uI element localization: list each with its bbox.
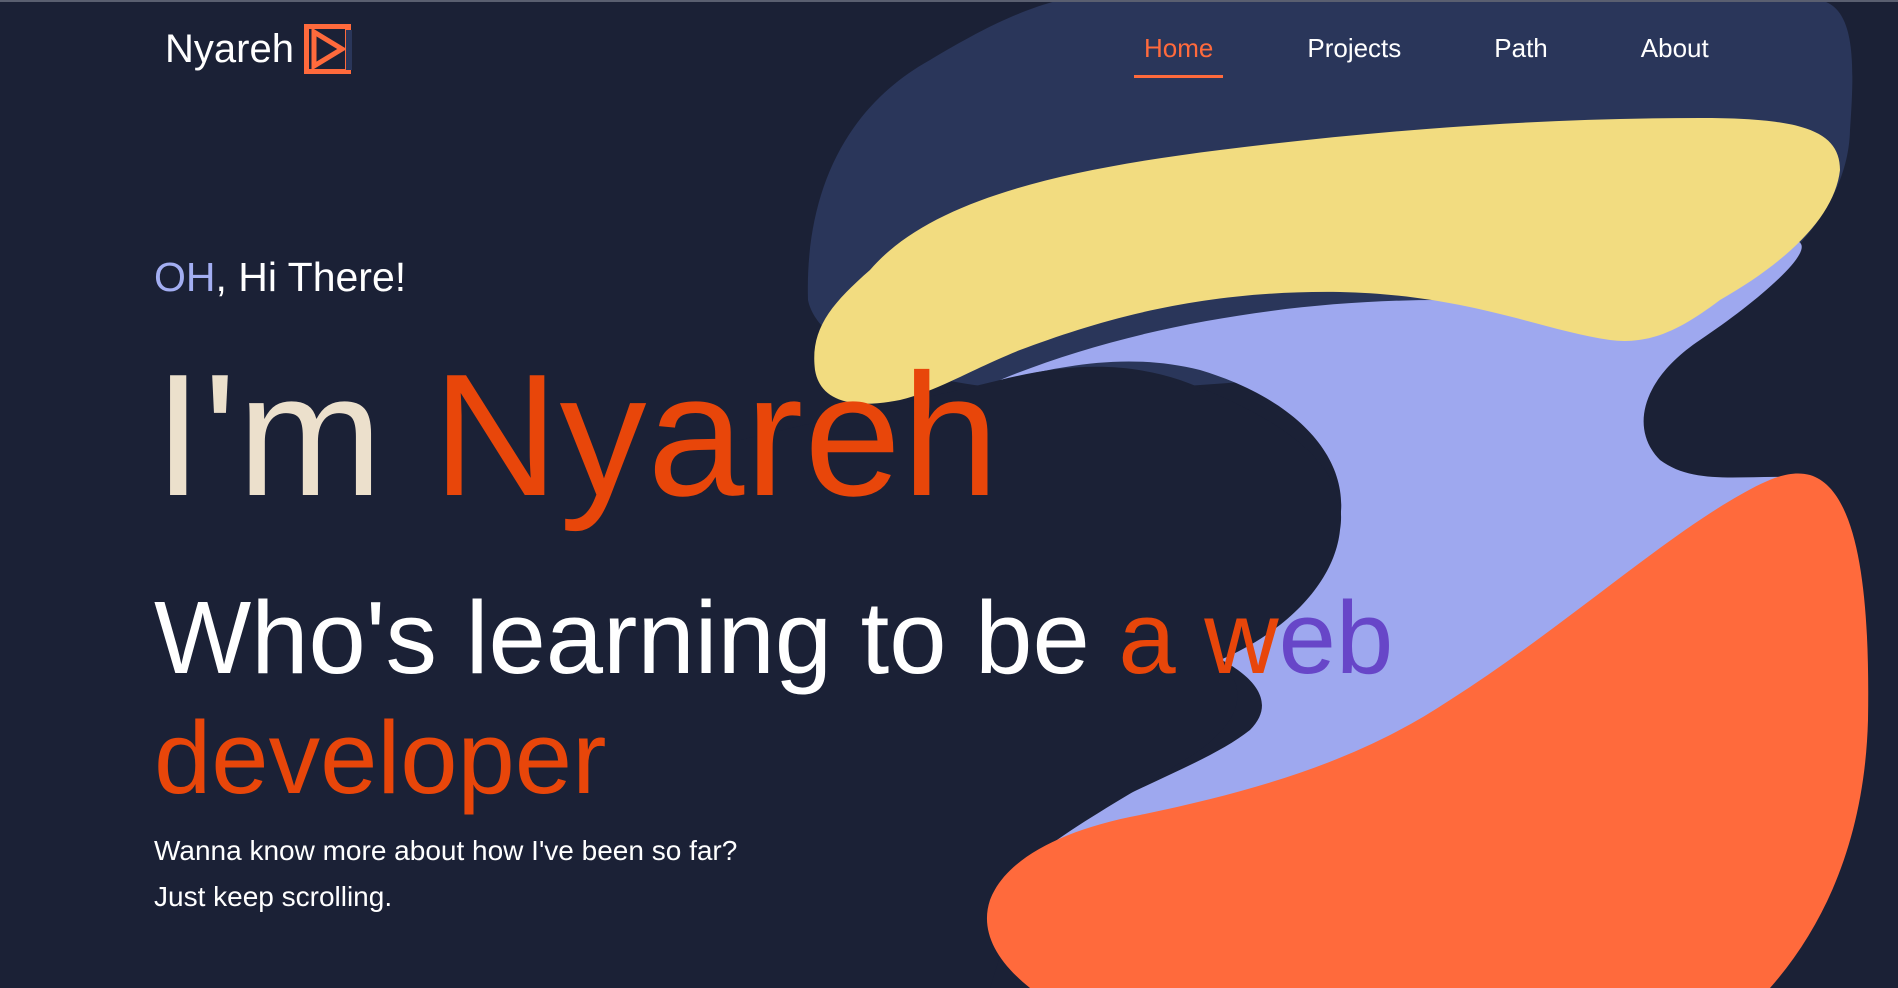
greeting-rest: , Hi There! [215,254,407,300]
brand-home-link[interactable]: Nyareh [165,24,356,74]
subtitle-accent-developer: developer [154,700,607,815]
nav-link-path[interactable]: Path [1484,30,1558,78]
title-prefix: I'm [154,337,433,532]
page: Nyareh Home Projects Path About OH, Hi T… [0,0,1898,988]
subtitle-plain: Who's learning to be [154,580,1119,695]
brand-name: Nyareh [165,27,294,71]
subtitle-accent-a-w: a w [1118,580,1279,695]
blurb-line-2: Just keep scrolling. [154,881,393,912]
greeting-accent: OH [154,254,216,300]
hero-greeting: OH, Hi There! [154,252,406,302]
hero-subtitle: Who's learning to be a web developer [154,578,1474,818]
title-name: Nyareh [432,337,1000,532]
top-navbar: Nyareh Home Projects Path About [0,0,1898,100]
nav-link-projects[interactable]: Projects [1297,30,1411,78]
play-skip-logo-icon [303,24,352,74]
hero-title: I'm Nyareh [154,340,1000,530]
subtitle-accent-eb: eb [1278,580,1394,695]
hero-blurb: Wanna know more about how I've been so f… [154,828,737,920]
blurb-line-1: Wanna know more about how I've been so f… [154,835,738,866]
nav-link-home[interactable]: Home [1134,30,1224,78]
nav-links: Home Projects Path About [1134,30,1719,78]
nav-link-about[interactable]: About [1631,30,1719,78]
